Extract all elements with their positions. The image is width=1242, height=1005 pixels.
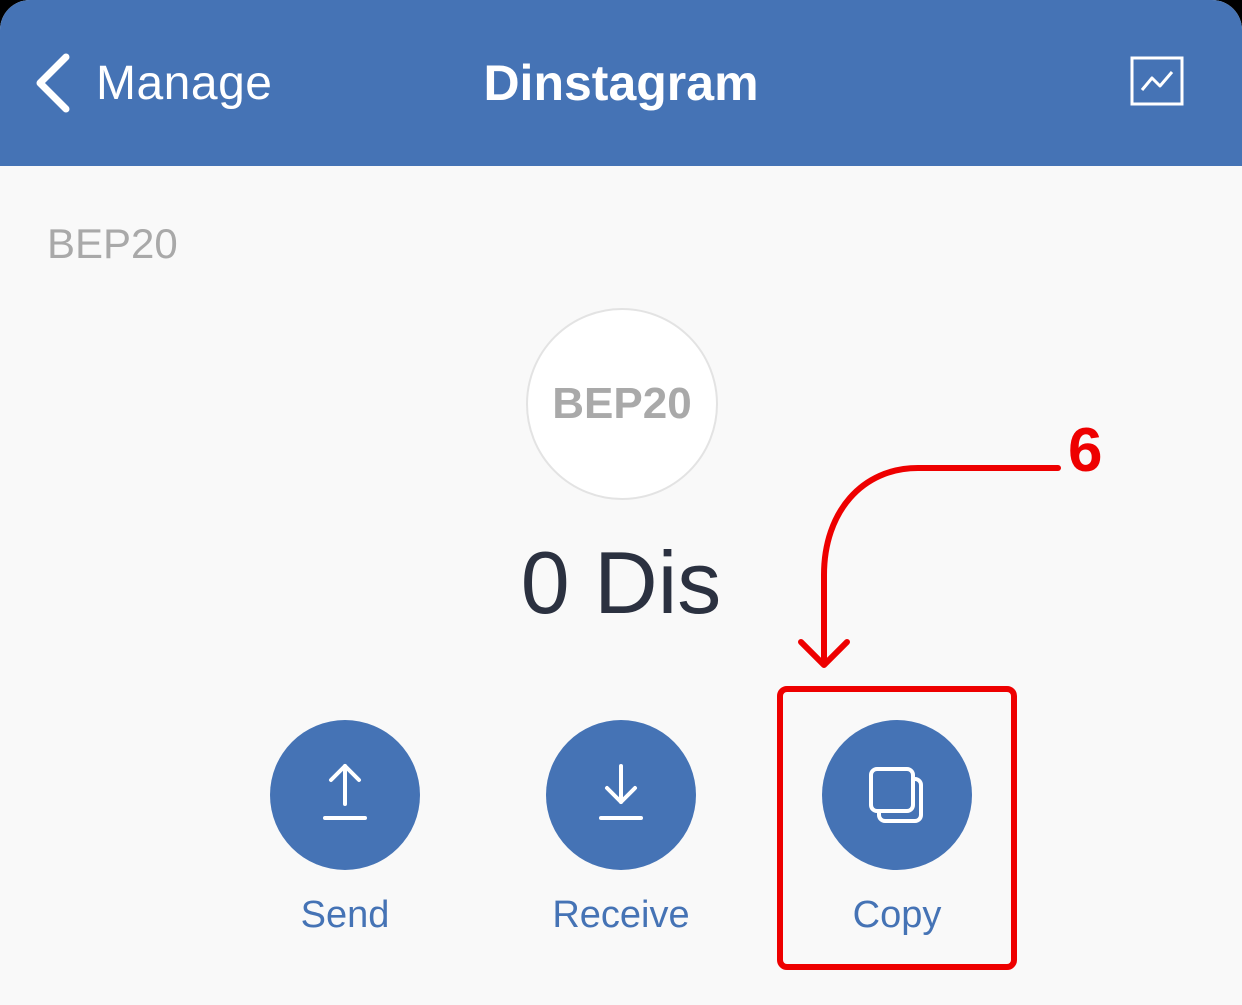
annotation-arrow — [798, 465, 1061, 668]
token-detail-screen: Manage Dinstagram BEP20 BEP20 0 Dis Send — [0, 0, 1242, 1005]
annotation-step-number: 6 — [1068, 416, 1103, 485]
